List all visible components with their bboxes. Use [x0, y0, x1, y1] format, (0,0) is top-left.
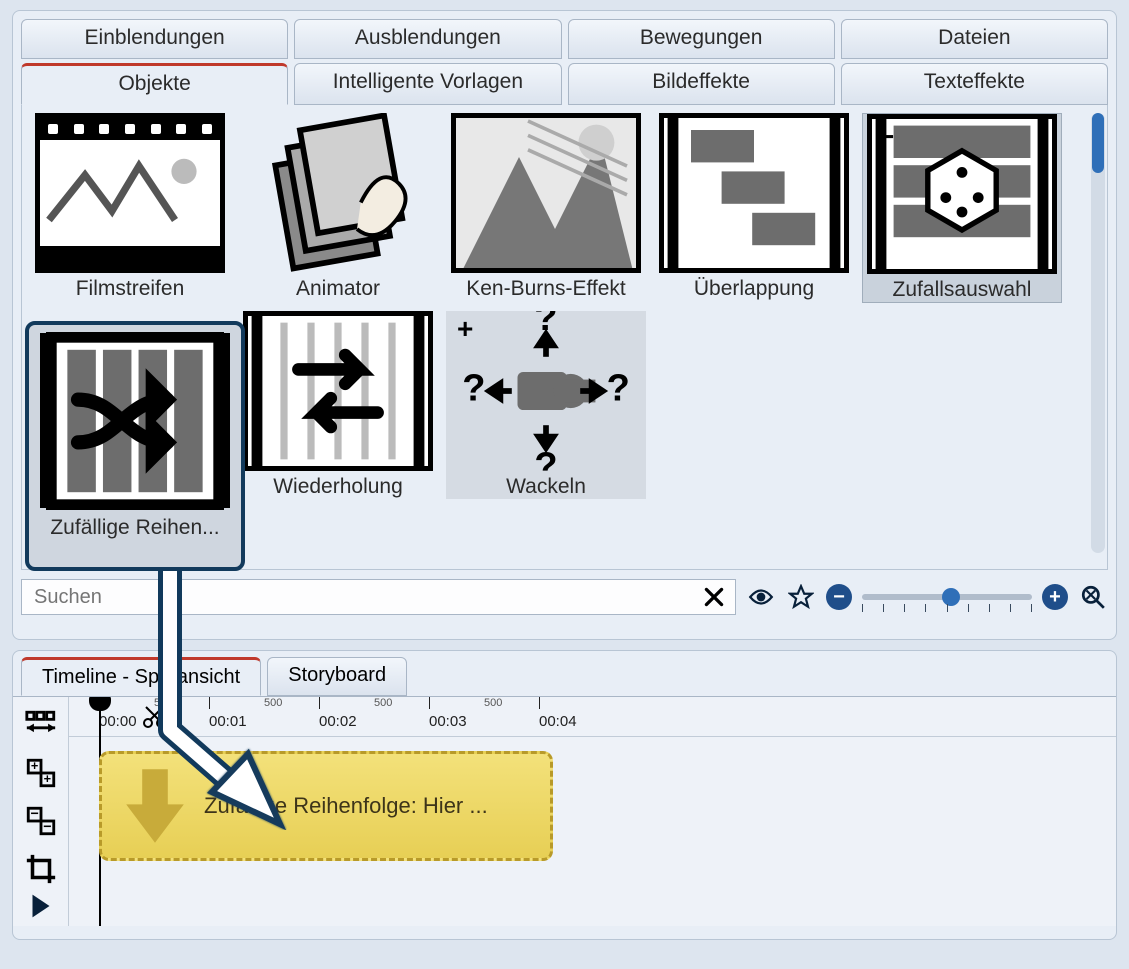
search-box[interactable] [21, 579, 736, 615]
toolbox-panel: Einblendungen Ausblendungen Bewegungen D… [12, 10, 1117, 640]
repeat-icon [243, 311, 433, 471]
filmstrip-icon [35, 113, 225, 273]
tool-tracks-icon[interactable] [19, 703, 63, 747]
tab-ausblendungen[interactable]: Ausblendungen [294, 19, 561, 59]
ruler-sublabel: 500 [374, 697, 392, 709]
tab-texteffekte[interactable]: Texteffekte [841, 63, 1108, 105]
tool-add-icon[interactable]: ++ [19, 751, 63, 795]
item-label: Zufallsauswahl [863, 278, 1061, 302]
animator-icon [243, 113, 433, 273]
clear-search-icon[interactable] [699, 582, 729, 612]
overlap-icon [659, 113, 849, 273]
dice-icon: − [867, 114, 1057, 274]
zoom-in-button[interactable]: + [1042, 584, 1068, 610]
shuffle-icon [40, 333, 230, 508]
tool-remove-icon[interactable]: −− [19, 799, 63, 843]
item-label: Filmstreifen [30, 277, 230, 301]
ruler-label: 00:03 [429, 713, 467, 730]
item-label: Wackeln [446, 475, 646, 499]
item-label: Überlappung [654, 277, 854, 301]
svg-text:?: ? [607, 368, 630, 410]
item-label: Ken-Burns-Effekt [446, 277, 646, 301]
svg-text:+: + [43, 771, 50, 786]
svg-text:+: + [30, 758, 37, 773]
zoom-slider[interactable] [862, 594, 1032, 600]
item-label: Wiederholung [238, 475, 438, 499]
tab-dateien[interactable]: Dateien [841, 19, 1108, 59]
star-icon[interactable] [786, 582, 816, 612]
reset-zoom-icon[interactable] [1078, 582, 1108, 612]
item-filmstreifen[interactable]: Filmstreifen [30, 113, 230, 303]
wackeln-icon: + ? ? ? ? [451, 311, 641, 471]
zoom-out-button[interactable]: − [826, 584, 852, 610]
svg-text:−: − [30, 806, 38, 822]
minus-badge-icon: − [874, 121, 898, 153]
tab-row-top: Einblendungen Ausblendungen Bewegungen D… [21, 19, 1108, 59]
drag-card-zufaellige-reihenfolge[interactable]: Zufällige Reihen... [25, 321, 245, 571]
toolbox-scrollbar[interactable] [1091, 113, 1105, 553]
item-wackeln[interactable]: + ? ? ? ? Wack [446, 311, 646, 499]
kenburns-icon [451, 113, 641, 273]
eye-icon[interactable] [746, 582, 776, 612]
item-zufallsauswahl[interactable]: − Zufallsauswahl [862, 113, 1062, 303]
ruler-label: 00:04 [539, 713, 577, 730]
tab-bildeffekte[interactable]: Bildeffekte [568, 63, 835, 105]
item-label: Animator [238, 277, 438, 301]
drag-card-label: Zufällige Reihen... [37, 516, 233, 540]
item-wiederholung[interactable]: Wiederholung [238, 311, 438, 499]
tab-objekte[interactable]: Objekte [21, 63, 288, 105]
tab-bewegungen[interactable]: Bewegungen [568, 19, 835, 59]
svg-text:−: − [43, 819, 51, 835]
item-ueberlappung[interactable]: Überlappung [654, 113, 854, 303]
item-ken-burns[interactable]: Ken-Burns-Effekt [446, 113, 646, 303]
svg-text:?: ? [462, 368, 485, 410]
tab-intelligente-vorlagen[interactable]: Intelligente Vorlagen [294, 63, 561, 105]
timeline-tool-column: ++ −− [13, 697, 69, 926]
drag-arrow-icon [130, 540, 330, 830]
tab-row-bottom: Objekte Intelligente Vorlagen Bildeffekt… [21, 63, 1108, 105]
plus-badge-icon: + [453, 313, 477, 345]
tool-play-icon[interactable] [19, 895, 63, 917]
ruler-sublabel: 500 [484, 697, 502, 709]
tab-einblendungen[interactable]: Einblendungen [21, 19, 288, 59]
tool-crop-icon[interactable] [19, 847, 63, 891]
item-animator[interactable]: Animator [238, 113, 438, 303]
